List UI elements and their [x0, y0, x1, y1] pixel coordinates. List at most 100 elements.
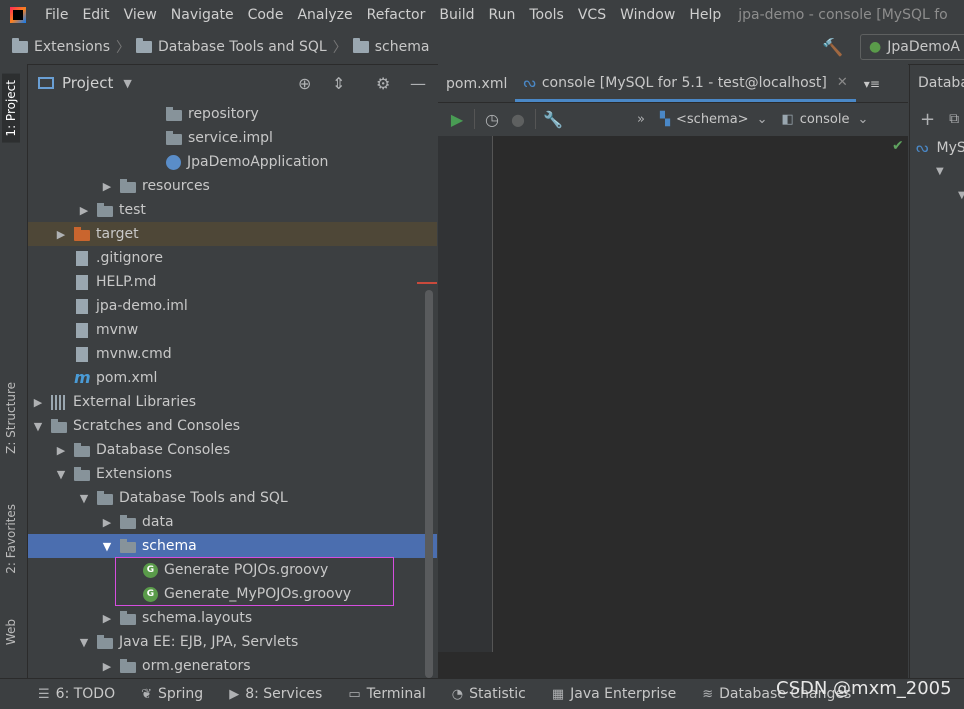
gear-icon[interactable]: ⚙ [376, 74, 390, 93]
expand-arrow-icon[interactable]: ▼ [958, 190, 964, 201]
menu-file[interactable]: File [38, 0, 75, 30]
tree-item[interactable]: ▶ data [28, 510, 437, 534]
chevron-down-icon[interactable]: ▼ [123, 77, 131, 90]
collapse-arrow-icon[interactable]: ▼ [33, 420, 43, 433]
folder-icon [97, 635, 113, 649]
tree-item[interactable]: ▶ External Libraries [28, 390, 437, 414]
schema-selector[interactable]: ▚ <schema> ⌄ [654, 112, 767, 127]
history-clock-icon[interactable]: ◷ [479, 110, 505, 129]
tree-item[interactable]: ▶ resources [28, 174, 437, 198]
tree-item[interactable]: ▶ test [28, 198, 437, 222]
tab-label: console [MySQL for 5.1 - test@localhost] [541, 74, 827, 91]
tool-tab-favorites[interactable]: 2: Favorites [4, 504, 18, 574]
expand-arrow-icon[interactable]: ▶ [102, 516, 112, 529]
menu-analyze[interactable]: Analyze [290, 0, 359, 30]
menu-build[interactable]: Build [432, 0, 481, 30]
copy-icon[interactable]: ⧉ [949, 111, 959, 127]
bottom-tab[interactable]: ❦ Spring [141, 686, 203, 702]
build-hammer-icon[interactable]: 🔨 [822, 38, 843, 58]
menu-run[interactable]: Run [482, 0, 523, 30]
menu-help[interactable]: Help [682, 0, 728, 30]
expand-arrow-icon[interactable]: ▶ [56, 444, 66, 457]
collapse-all-icon[interactable]: ⇕ [332, 74, 345, 93]
console-selector[interactable]: ◧ console ⌄ [781, 112, 868, 127]
execute-play-icon[interactable]: ▶ [444, 110, 470, 129]
collapse-arrow-icon[interactable]: ▼ [79, 492, 89, 505]
breadcrumb-schema[interactable]: schema [352, 38, 429, 55]
tree-item[interactable]: ▶ Database Consoles [28, 438, 437, 462]
tree-item[interactable]: m pom.xml [28, 366, 437, 390]
tree-item[interactable]: ▶ orm.generators [28, 654, 437, 678]
bottom-tab[interactable]: ◔ Statistic [452, 686, 526, 702]
tree-item[interactable]: JpaDemoApplication [28, 150, 437, 174]
schema-icon: ▚ [660, 111, 670, 127]
menu-navigate[interactable]: Navigate [164, 0, 241, 30]
tree-item[interactable]: ▼ Java EE: EJB, JPA, Servlets [28, 630, 437, 654]
breadcrumb-extensions[interactable]: Extensions [12, 38, 110, 55]
expand-arrow-icon[interactable]: ▶ [102, 660, 112, 673]
menu-view[interactable]: View [117, 0, 164, 30]
settings-wrench-icon[interactable]: 🔧 [540, 110, 566, 129]
menu-refactor[interactable]: Refactor [360, 0, 433, 30]
tool-tab-structure[interactable]: Z: Structure [4, 382, 18, 454]
sql-console-editor[interactable] [438, 136, 908, 678]
collapse-arrow-icon[interactable]: ▼ [102, 540, 112, 553]
tree-item[interactable]: HELP.md [28, 270, 437, 294]
expand-arrow-icon[interactable]: ▶ [79, 204, 89, 217]
project-panel-title[interactable]: Project [62, 74, 113, 92]
tree-item[interactable]: ▼ Extensions [28, 462, 437, 486]
collapse-arrow-icon[interactable]: ▼ [56, 468, 66, 481]
tab-overflow-menu[interactable]: ▾≡ [856, 66, 888, 102]
run-configuration-selector[interactable]: ● JpaDemoA [860, 34, 964, 60]
hide-panel-icon[interactable]: — [410, 74, 426, 93]
bottom-tab[interactable]: ▶ 8: Services [229, 686, 322, 702]
database-panel-title[interactable]: Databa [918, 75, 964, 91]
bottom-tab-label: Java Enterprise [570, 686, 677, 702]
tree-item[interactable]: ▼ Database Tools and SQL [28, 486, 437, 510]
more-chevron-icon[interactable]: » [628, 112, 654, 127]
tree-item[interactable]: repository [28, 102, 437, 126]
tree-item-label: schema [142, 538, 197, 554]
expand-arrow-icon[interactable]: ▶ [33, 396, 43, 409]
tab-console[interactable]: ᔓ console [MySQL for 5.1 - test@localhos… [515, 66, 856, 102]
collapse-arrow-icon[interactable]: ▼ [79, 636, 89, 649]
tree-item-label: mvnw [96, 322, 139, 338]
tree-item[interactable]: mvnw [28, 318, 437, 342]
breadcrumb-database-tools[interactable]: Database Tools and SQL [136, 38, 327, 55]
bottom-tab[interactable]: ☰ 6: TODO [38, 686, 115, 702]
tree-item[interactable]: mvnw.cmd [28, 342, 437, 366]
tool-tab-project[interactable]: 1: Project [2, 74, 20, 143]
folder-icon [51, 419, 67, 433]
tree-item[interactable]: G Generate_MyPOJOs.groovy [28, 582, 437, 606]
menu-code[interactable]: Code [241, 0, 291, 30]
tree-item-label: repository [188, 106, 259, 122]
tree-item[interactable]: ▶ target [28, 222, 437, 246]
menu-edit[interactable]: Edit [75, 0, 116, 30]
tree-item[interactable]: ▼ schema [28, 534, 437, 558]
locate-target-icon[interactable]: ⊕ [298, 74, 311, 93]
tree-item[interactable]: .gitignore [28, 246, 437, 270]
tree-item[interactable]: ▶ schema.layouts [28, 606, 437, 630]
folder-icon [97, 491, 113, 505]
expand-arrow-icon[interactable]: ▶ [102, 612, 112, 625]
tree-item[interactable]: ▼ Scratches and Consoles [28, 414, 437, 438]
project-tree-scrollbar[interactable] [425, 290, 433, 678]
tree-item[interactable]: G Generate POJOs.groovy [28, 558, 437, 582]
expand-arrow-icon[interactable]: ▶ [56, 228, 66, 241]
menu-tools[interactable]: Tools [522, 0, 571, 30]
expand-arrow-icon[interactable]: ▼ [936, 166, 944, 177]
tool-tab-web[interactable]: Web [4, 619, 18, 645]
menu-vcs[interactable]: VCS [571, 0, 613, 30]
expand-arrow-icon[interactable]: ▶ [102, 180, 112, 193]
tree-item-label: schema.layouts [142, 610, 253, 626]
close-icon[interactable]: ✕ [837, 75, 848, 90]
add-icon[interactable]: + [920, 109, 935, 130]
menu-window[interactable]: Window [613, 0, 682, 30]
tree-item[interactable]: jpa-demo.iml [28, 294, 437, 318]
bottom-tab[interactable]: ▦ Java Enterprise [552, 686, 676, 702]
stop-icon[interactable]: ● [505, 110, 531, 129]
bottom-tab[interactable]: ▭ Terminal [348, 686, 425, 702]
tree-item[interactable]: service.impl [28, 126, 437, 150]
datasource-item[interactable]: ᔓ MyS [916, 140, 964, 156]
tab-pom-xml[interactable]: pom.xml [438, 66, 515, 102]
